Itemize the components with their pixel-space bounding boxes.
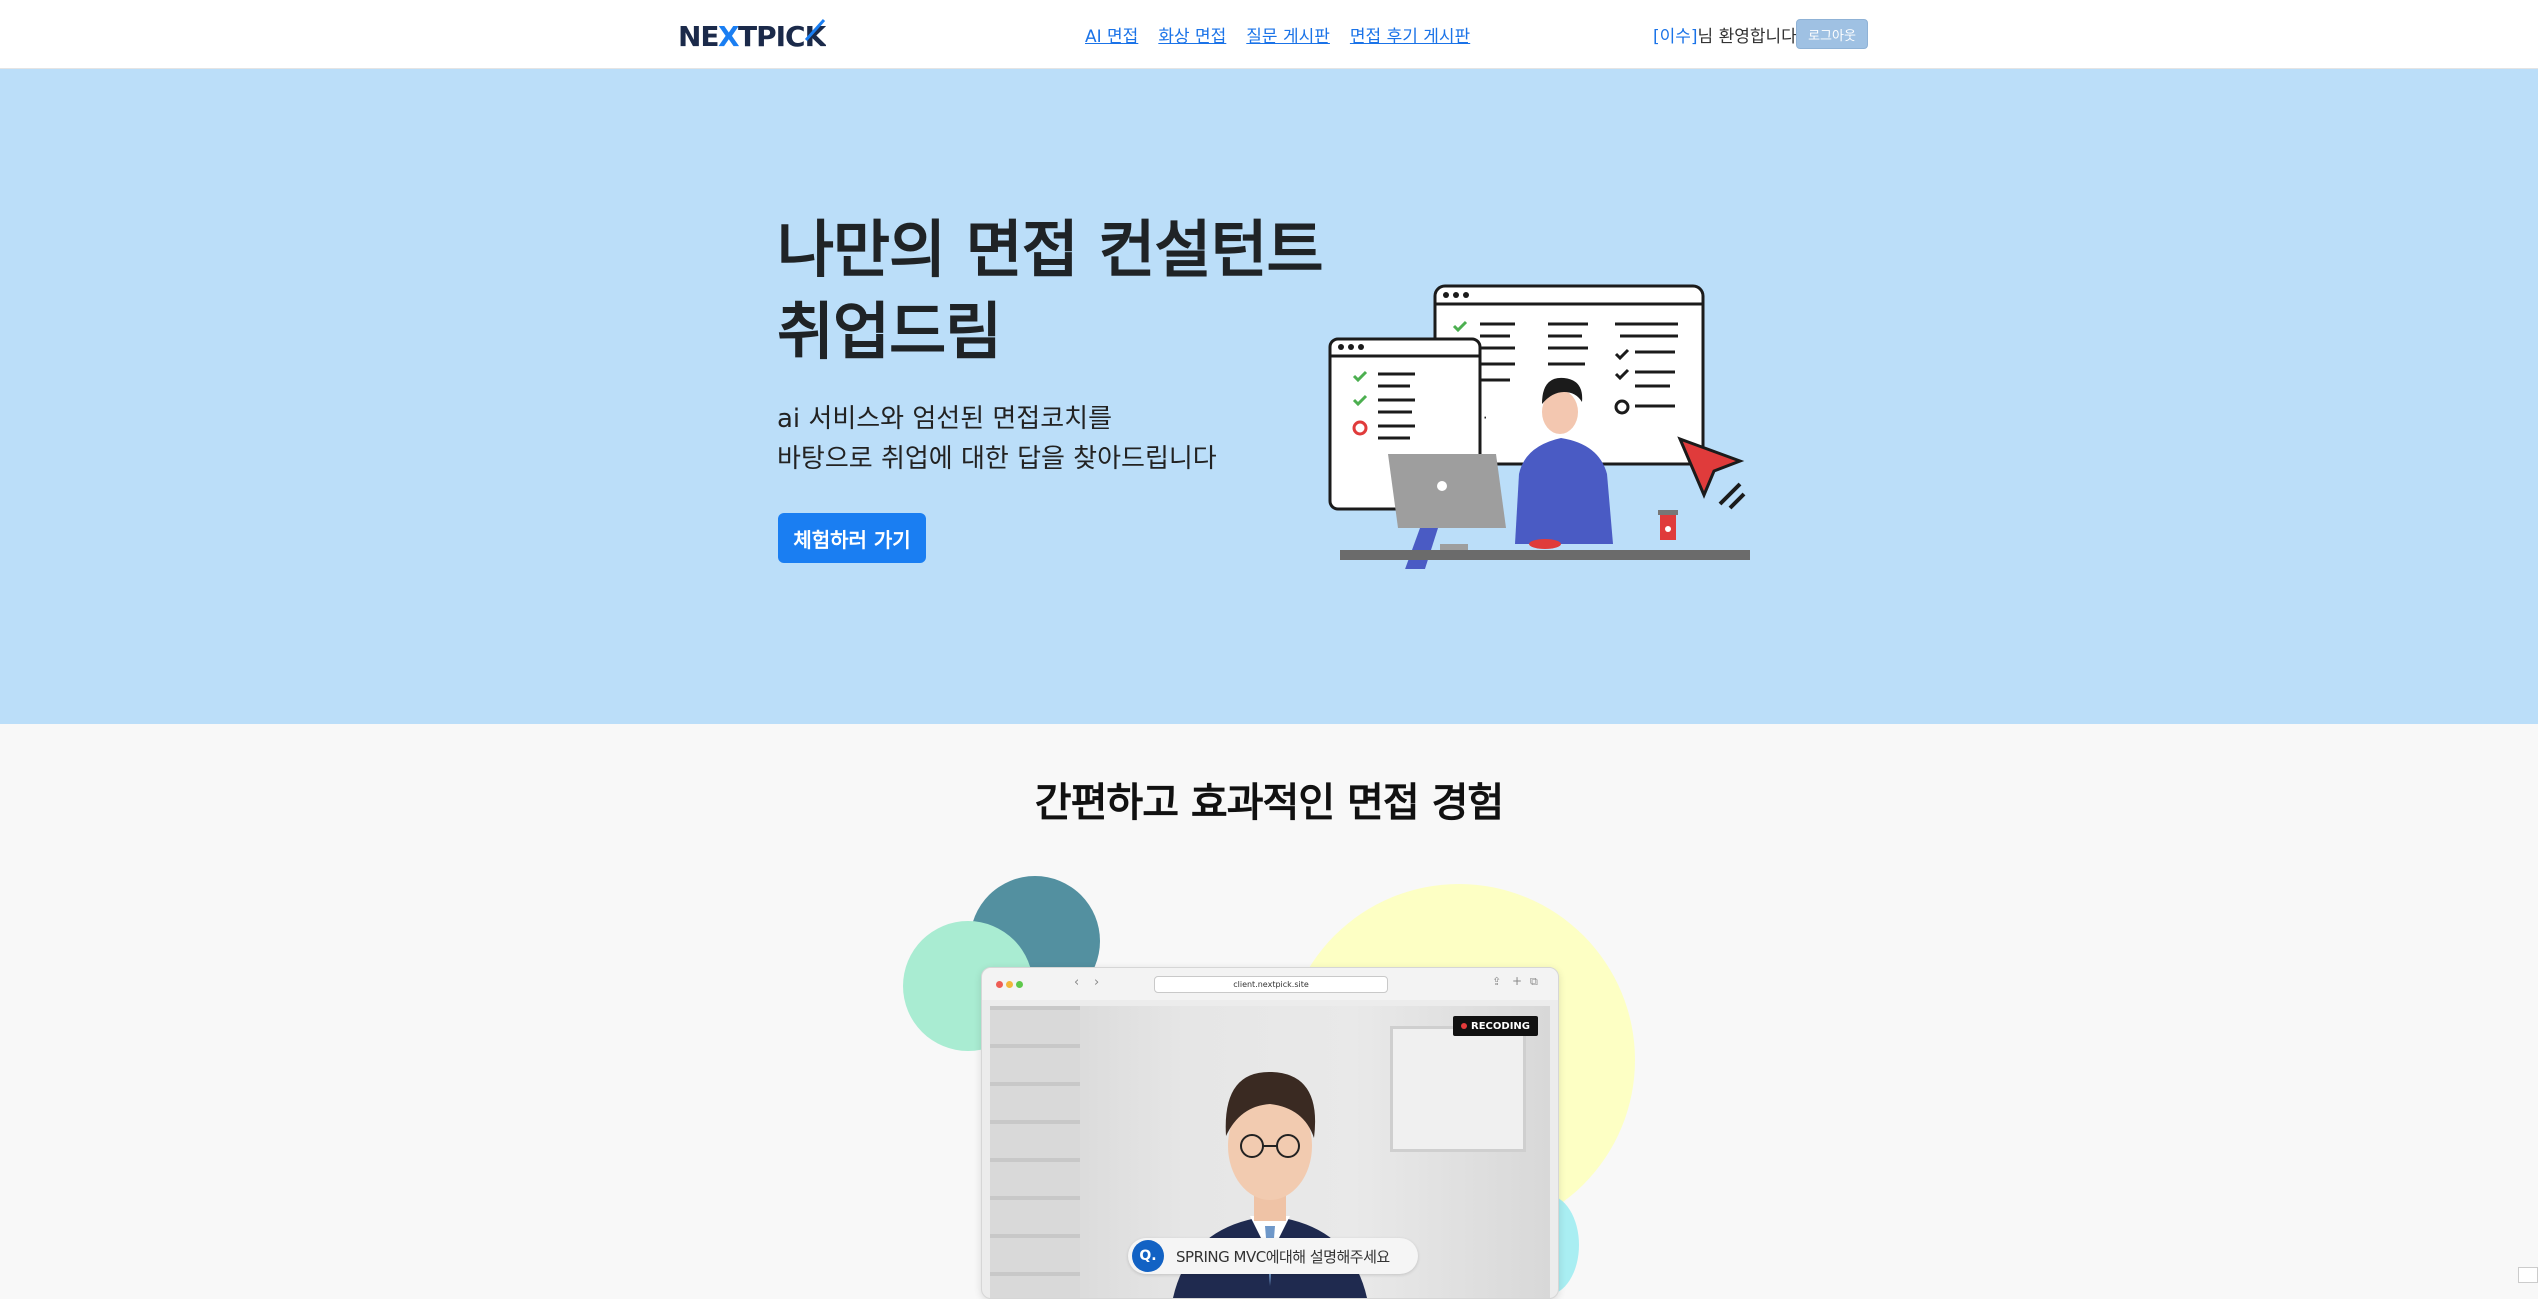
main-nav: AI 면접 화상 면접 질문 게시판 면접 후기 게시판 [1085,22,1470,47]
hero-subtitle: ai 서비스와 엄선된 면접코치를 바탕으로 취업에 대한 답을 찾아드립니다 [777,399,1217,479]
welcome-message: [이수]님 환영합니다! [1653,22,1804,47]
nav-question-board[interactable]: 질문 게시판 [1246,22,1330,47]
new-tab-icon: + [1512,974,1523,988]
forward-arrow-icon: › [1094,975,1100,990]
maximize-dot [1016,981,1023,988]
question-bubble: Q. SPRING MVC에대해 설명해주세요 [1128,1238,1418,1274]
svg-text:TPICK: TPICK [738,20,826,52]
hero-title: 나만의 면접 컨설턴트 취업드림 [777,209,1324,373]
bookshelf-image [990,1006,1080,1298]
minimize-dot [1006,981,1013,988]
corner-widget [2518,1267,2538,1283]
hero-section: 나만의 면접 컨설턴트 취업드림 ai 서비스와 엄선된 면접코치를 바탕으로 … [0,69,2538,724]
browser-toolbar: ‹ › client.nextpick.site ⇪ + ⧉ [982,968,1558,1000]
window-image [1390,1026,1526,1152]
user-name: [이수] [1653,27,1698,47]
nextpick-logo[interactable]: NE X TPICK [678,18,829,56]
try-now-button[interactable]: 체험하러 가기 [778,513,926,563]
hero-title-line2: 취업드림 [777,295,1002,368]
consultant-illustration: ·:·· [1320,214,1750,573]
features-title: 간편하고 효과적인 면접 경험 [1034,780,1504,826]
nav-review-board[interactable]: 면접 후기 게시판 [1350,22,1470,47]
recording-label: RECODING [1471,1020,1530,1032]
recording-dot [1461,1023,1468,1029]
svg-text:X: X [718,20,740,52]
browser-url-bar: client.nextpick.site [1154,976,1388,993]
hero-subtitle-line1: ai 서비스와 엄선된 면접코치를 [777,404,1112,434]
recording-badge: RECODING [1453,1016,1538,1036]
hero-subtitle-line2: 바탕으로 취업에 대한 답을 찾아드립니다 [777,444,1217,474]
top-navbar: NE X TPICK AI 면접 화상 면접 질문 게시판 면접 후기 게시판 … [0,0,2538,69]
question-text: SPRING MVC에대해 설명해주세요 [1176,1247,1390,1266]
nav-ai-interview[interactable]: AI 면접 [1085,22,1138,47]
question-badge: Q. [1132,1240,1164,1272]
back-arrow-icon: ‹ [1074,975,1080,990]
interview-browser-mockup: ‹ › client.nextpick.site ⇪ + ⧉ RECODING … [981,967,1559,1299]
svg-text:NE: NE [678,20,719,52]
welcome-text: 님 환영합니다! [1697,27,1804,47]
tabs-icon: ⧉ [1530,975,1538,988]
logout-button[interactable]: 로그아웃 [1796,19,1868,49]
hero-title-line1: 나만의 면접 컨설턴트 [777,213,1324,286]
close-dot [996,981,1003,988]
share-icon: ⇪ [1492,975,1502,988]
interview-video-frame: RECODING Q. SPRING MVC에대해 설명해주세요 [990,1006,1550,1298]
nav-video-interview[interactable]: 화상 면접 [1158,22,1226,47]
